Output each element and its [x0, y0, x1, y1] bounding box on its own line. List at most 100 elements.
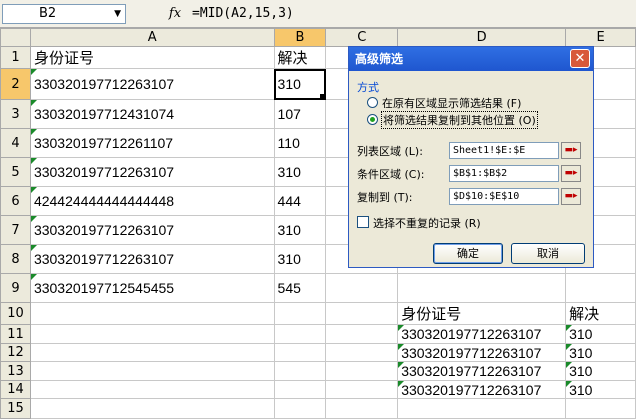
unique-records-label[interactable]: 选择不重复的记录 (R) [373, 215, 481, 231]
row-header[interactable]: 2 [0, 68, 31, 100]
fill-handle[interactable] [320, 94, 325, 99]
row-header[interactable]: 15 [0, 398, 31, 419]
cell-a2[interactable]: 330320197712263107 [29, 68, 275, 100]
cell[interactable] [273, 302, 327, 325]
cell[interactable] [273, 324, 327, 344]
cell[interactable] [325, 361, 399, 381]
column-header-e[interactable]: E [565, 28, 636, 47]
advanced-filter-dialog: 高级筛选 ✕ 方式 在原有区域显示筛选结果 (F) 将筛选结果复制到其他位置 (… [348, 46, 594, 268]
criteria-range-label: 条件区域 (C): [357, 168, 425, 181]
range-collapse-icon[interactable]: ▬▸ [561, 188, 581, 205]
cell[interactable] [273, 361, 327, 381]
cell-a5[interactable]: 330320197712263107 [29, 157, 275, 187]
cell-b5[interactable]: 310 [273, 157, 327, 187]
cell-b6[interactable]: 444 [273, 186, 327, 216]
unique-records-checkbox[interactable] [357, 216, 369, 228]
cell-d10[interactable]: 身份证号 [397, 302, 567, 325]
cell-d11[interactable]: 330320197712263107 [397, 324, 567, 344]
cell[interactable] [29, 380, 275, 399]
cell-e11[interactable]: 310 [565, 324, 636, 344]
cell[interactable] [273, 343, 327, 362]
cell-a8[interactable]: 330320197712263107 [29, 244, 275, 274]
formula-input[interactable]: =MID(A2,15,3) [192, 4, 294, 24]
cell[interactable] [565, 398, 636, 419]
cell[interactable] [325, 398, 399, 419]
row-header[interactable]: 7 [0, 215, 31, 245]
row-header[interactable]: 11 [0, 324, 31, 344]
cell-b2-value: 310 [277, 76, 301, 92]
cell-e10[interactable]: 解决 [565, 302, 636, 325]
cell[interactable] [325, 273, 399, 303]
fx-icon[interactable]: fx [165, 4, 185, 24]
row-header[interactable]: 13 [0, 361, 31, 381]
row-header[interactable]: 10 [0, 302, 31, 325]
row-header[interactable]: 1 [0, 46, 31, 69]
cell[interactable] [273, 398, 327, 419]
name-box-value: B2 [39, 6, 57, 21]
cell-e14[interactable]: 310 [565, 380, 636, 399]
radio-copy-to-location[interactable] [367, 114, 378, 125]
range-collapse-icon[interactable]: ▬▸ [561, 142, 581, 159]
cell[interactable] [29, 324, 275, 344]
cell-b3[interactable]: 107 [273, 99, 327, 129]
select-all-corner[interactable] [0, 28, 31, 47]
cell-b7[interactable]: 310 [273, 215, 327, 245]
row-header[interactable]: 8 [0, 244, 31, 274]
formula-bar: B2 ▼ fx =MID(A2,15,3) [0, 0, 636, 28]
cell[interactable] [29, 302, 275, 325]
cell-a4[interactable]: 330320197712261107 [29, 128, 275, 158]
column-header-c[interactable]: C [325, 28, 399, 47]
cell-b4[interactable]: 110 [273, 128, 327, 158]
cell[interactable] [325, 380, 399, 399]
cell-e13[interactable]: 310 [565, 361, 636, 381]
cell-a1[interactable]: 身份证号 [29, 46, 275, 69]
cell[interactable] [29, 398, 275, 419]
cell-d14[interactable]: 330320197712263107 [397, 380, 567, 399]
dialog-title-bar[interactable]: 高级筛选 [349, 47, 593, 71]
ok-button[interactable]: 确定 [433, 243, 503, 264]
column-header-a[interactable]: A [29, 28, 275, 47]
cell-d12[interactable]: 330320197712263107 [397, 343, 567, 362]
cell[interactable] [325, 343, 399, 362]
cell-a7[interactable]: 330320197712263107 [29, 215, 275, 245]
dropdown-arrow-icon[interactable]: ▼ [114, 5, 121, 23]
cell-b8[interactable]: 310 [273, 244, 327, 274]
cell-b2[interactable]: 310 [273, 68, 327, 100]
close-icon[interactable]: ✕ [570, 49, 590, 68]
cancel-button[interactable]: 取消 [511, 243, 585, 264]
name-box[interactable]: B2 ▼ [2, 4, 126, 24]
criteria-range-input[interactable]: $B$1:$B$2 [449, 165, 559, 182]
cell-b9[interactable]: 545 [273, 273, 327, 303]
radio-filter-in-place-label[interactable]: 在原有区域显示筛选结果 (F) [382, 95, 521, 111]
mode-group-label: 方式 [357, 81, 379, 94]
row-header[interactable]: 9 [0, 273, 31, 303]
cell[interactable] [325, 324, 399, 344]
row-header[interactable]: 14 [0, 380, 31, 399]
column-header-d[interactable]: D [397, 28, 567, 47]
cell[interactable] [565, 273, 636, 303]
cell[interactable] [29, 343, 275, 362]
cell[interactable] [397, 398, 567, 419]
cell-d13[interactable]: 330320197712263107 [397, 361, 567, 381]
row-header[interactable]: 5 [0, 157, 31, 187]
cell-a9[interactable]: 330320197712545455 [29, 273, 275, 303]
cell[interactable] [273, 380, 327, 399]
cell[interactable] [397, 273, 567, 303]
column-header-b[interactable]: B [273, 28, 327, 47]
row-header[interactable]: 6 [0, 186, 31, 216]
row-header[interactable]: 12 [0, 343, 31, 362]
cell[interactable] [325, 302, 399, 325]
dialog-title: 高级筛选 [355, 52, 404, 66]
radio-filter-in-place[interactable] [367, 97, 378, 108]
cell-e12[interactable]: 310 [565, 343, 636, 362]
cell-a6[interactable]: 424424444444444448 [29, 186, 275, 216]
cell-b1[interactable]: 解决 [273, 46, 327, 69]
row-header[interactable]: 4 [0, 128, 31, 158]
copy-to-input[interactable]: $D$10:$E$10 [449, 188, 559, 205]
cell[interactable] [29, 361, 275, 381]
radio-copy-to-location-label[interactable]: 将筛选结果复制到其他位置 (O) [381, 111, 538, 129]
row-header[interactable]: 3 [0, 99, 31, 129]
range-collapse-icon[interactable]: ▬▸ [561, 165, 581, 182]
list-range-input[interactable]: Sheet1!$E:$E [449, 142, 559, 159]
cell-a3[interactable]: 330320197712431074 [29, 99, 275, 129]
